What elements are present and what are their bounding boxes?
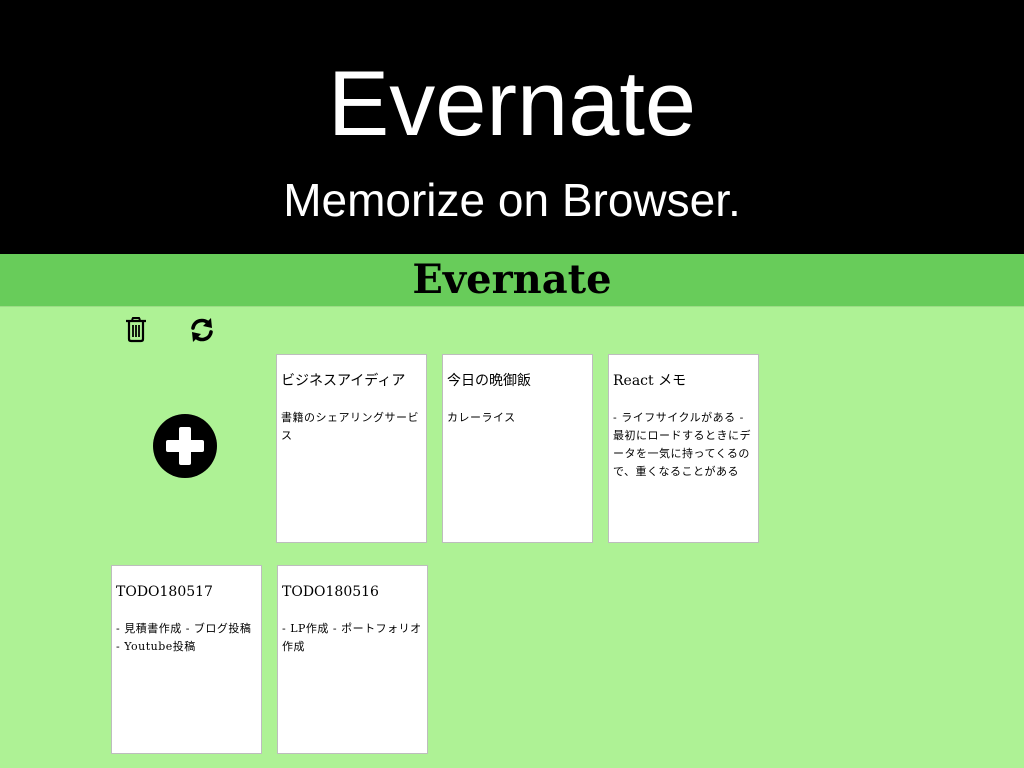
note-body: - 見積書作成 - ブログ投稿 - Youtube投稿: [116, 622, 252, 653]
note-title: TODO180517: [116, 584, 213, 600]
trash-icon: [126, 317, 146, 343]
hero-banner: Evernate Memorize on Browser.: [0, 0, 1024, 254]
hero-title: Evernate: [327, 53, 697, 155]
note-body: - ライフサイクルがある - 最初にロードするときにデータを一気に持ってくるので…: [613, 411, 751, 478]
refresh-icon: [191, 318, 213, 342]
delete-button[interactable]: [121, 315, 151, 345]
app-header: Evernate: [0, 254, 1024, 307]
refresh-button[interactable]: [187, 315, 217, 345]
note-title: ビジネスアイディア: [281, 373, 406, 389]
note-card[interactable]: React メモ - ライフサイクルがある - 最初にロードするときにデータを一…: [608, 354, 759, 543]
note-title: TODO180516: [282, 584, 379, 600]
add-note-button[interactable]: [152, 413, 218, 479]
note-card[interactable]: TODO180517 - 見積書作成 - ブログ投稿 - Youtube投稿: [111, 565, 262, 754]
note-body: 書籍のシェアリングサービス: [281, 411, 419, 442]
note-card[interactable]: ビジネスアイディア 書籍のシェアリングサービス: [276, 354, 427, 543]
hero-subtitle: Memorize on Browser.: [283, 174, 741, 226]
note-body: カレーライス: [447, 411, 516, 424]
note-card[interactable]: TODO180516 - LP作成 - ポートフォリオ作成: [277, 565, 428, 754]
note-card[interactable]: 今日の晩御飯 カレーライス: [442, 354, 593, 543]
note-title: 今日の晩御飯: [447, 373, 531, 389]
plus-circle-icon: [153, 414, 217, 478]
note-body: - LP作成 - ポートフォリオ作成: [282, 622, 422, 653]
note-title: React メモ: [613, 373, 687, 389]
app-container: Evernate ビジネスアイディア 書籍のシェアリングサービス 今日の晩御飯 …: [0, 254, 1024, 768]
app-title: Evernate: [412, 256, 612, 303]
